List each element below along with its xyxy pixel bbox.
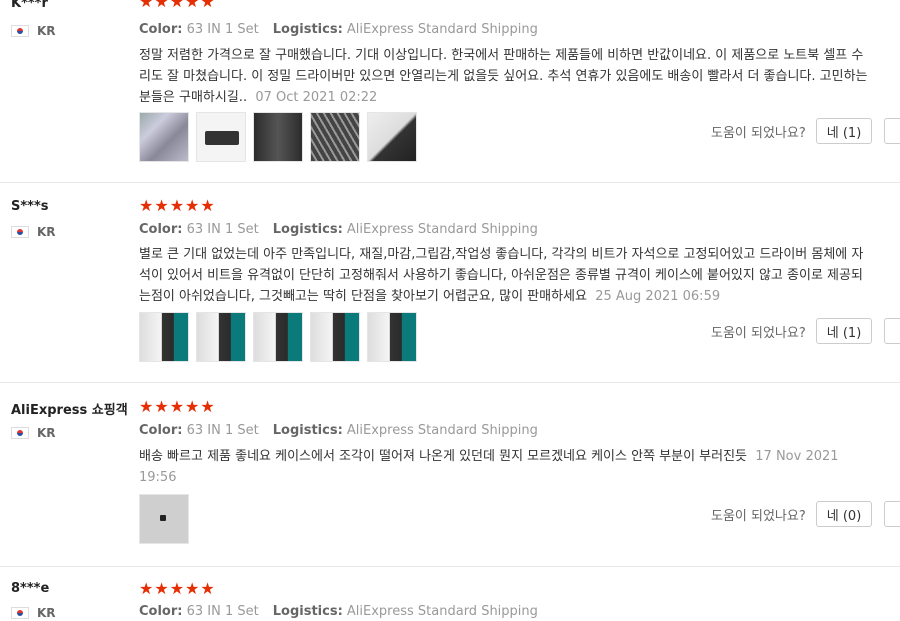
reviewer-name: AliExpress 쇼핑객 xyxy=(11,403,128,418)
review-meta: Color: 63 IN 1 Set Logistics: AliExpress … xyxy=(139,423,538,438)
review-photos xyxy=(139,494,189,544)
helpful-no-button[interactable] xyxy=(884,318,900,344)
review-meta: Color: 63 IN 1 Set Logistics: AliExpress … xyxy=(139,22,538,37)
review-photo[interactable] xyxy=(139,112,189,162)
review-photo[interactable] xyxy=(253,112,303,162)
korea-flag-icon xyxy=(11,25,29,37)
reviewer-name: K***r xyxy=(11,0,48,11)
review-photo[interactable] xyxy=(310,312,360,362)
reviewer-country: KR xyxy=(11,225,56,239)
reviewer-country: KR xyxy=(11,606,56,620)
review-photo[interactable] xyxy=(139,494,189,544)
helpful-section: 도움이 되었나요? 네 (1) xyxy=(711,318,900,344)
helpful-question: 도움이 되었나요? xyxy=(711,325,806,341)
helpful-no-button[interactable] xyxy=(884,118,900,144)
reviewer-name: S***s xyxy=(11,199,49,214)
review-photo[interactable] xyxy=(139,312,189,362)
review-text: 별로 큰 기대 없었는데 아주 만족입니다, 재질,마감,그립감,작업성 좋습니… xyxy=(139,247,864,304)
review-date: 07 Oct 2021 02:22 xyxy=(255,90,378,105)
review-photo[interactable] xyxy=(310,112,360,162)
helpful-yes-button[interactable]: 네 (1) xyxy=(815,118,873,144)
review-meta: Color: 63 IN 1 Set Logistics: AliExpress … xyxy=(139,604,538,619)
review-meta: Color: 63 IN 1 Set Logistics: AliExpress … xyxy=(139,222,538,237)
star-rating: ★★★★★ xyxy=(139,0,216,11)
helpful-section: 도움이 되었나요? 네 (1) xyxy=(711,118,900,144)
review-photo[interactable] xyxy=(196,112,246,162)
review-photos xyxy=(139,312,417,362)
star-rating: ★★★★★ xyxy=(139,196,216,215)
review-text: 정말 저렴한 가격으로 잘 구매했습니다. 기대 이상입니다. 한국에서 판매하… xyxy=(139,48,868,105)
helpful-yes-button[interactable]: 네 (0) xyxy=(815,501,873,527)
helpful-question: 도움이 되었나요? xyxy=(711,125,806,141)
helpful-no-button[interactable] xyxy=(884,501,900,527)
reviewer-name: 8***e xyxy=(11,581,50,596)
divider xyxy=(0,566,900,567)
divider xyxy=(0,182,900,183)
review-photo[interactable] xyxy=(196,312,246,362)
reviewer-country: KR xyxy=(11,426,56,440)
helpful-yes-button[interactable]: 네 (1) xyxy=(815,318,873,344)
korea-flag-icon xyxy=(11,226,29,238)
review-photos xyxy=(139,112,417,162)
korea-flag-icon xyxy=(11,427,29,439)
star-rating: ★★★★★ xyxy=(139,579,216,598)
review-text: 배송 빠르고 제품 좋네요 케이스에서 조각이 떨어져 나온게 있던데 뭔지 모… xyxy=(139,449,839,485)
review-photo[interactable] xyxy=(367,112,417,162)
reviewer-country: KR xyxy=(11,24,56,38)
helpful-question: 도움이 되었나요? xyxy=(711,508,806,524)
review-date: 25 Aug 2021 06:59 xyxy=(595,289,721,304)
helpful-section: 도움이 되었나요? 네 (0) xyxy=(711,501,900,527)
divider xyxy=(0,382,900,383)
review-photo[interactable] xyxy=(253,312,303,362)
korea-flag-icon xyxy=(11,607,29,619)
star-rating: ★★★★★ xyxy=(139,397,216,416)
review-photo[interactable] xyxy=(367,312,417,362)
